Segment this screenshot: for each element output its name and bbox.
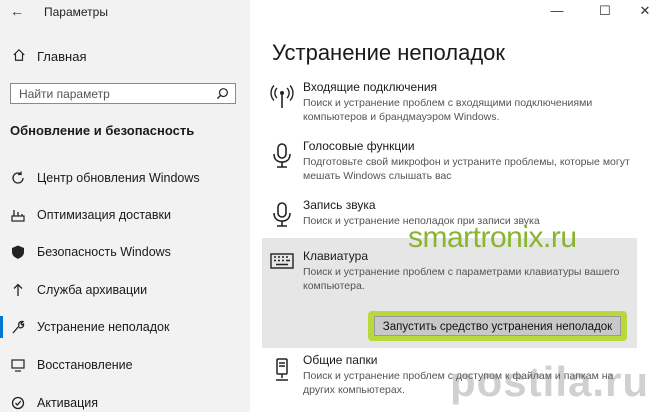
home-label: Главная [37, 49, 87, 64]
watermark-postila: postila.ru [450, 358, 650, 405]
item-title: Голосовые функции [303, 139, 415, 153]
shield-icon [12, 245, 24, 259]
microphone-icon [273, 202, 291, 227]
app-title: Параметры [44, 5, 108, 19]
item-description: Поиск и устранение проблем с параметрами… [303, 266, 620, 292]
home-link[interactable]: Главная [10, 47, 240, 67]
sidebar-item-recovery[interactable]: Восстановление [0, 348, 250, 382]
troubleshooter-speech[interactable]: Голосовые функции Подготовьте свой микро… [262, 139, 637, 185]
sidebar-item-windows-security[interactable]: Безопасность Windows [0, 235, 250, 269]
recovery-icon [11, 359, 25, 372]
troubleshooter-incoming-connections[interactable]: Входящие подключения Поиск и устранение … [262, 80, 637, 126]
sidebar-item-label: Служба архивации [37, 283, 148, 297]
keyboard-icon [270, 253, 294, 269]
search-icon[interactable] [216, 87, 229, 100]
backup-icon [13, 283, 23, 296]
item-title: Входящие подключения [303, 80, 438, 94]
sidebar-item-label: Безопасность Windows [37, 245, 171, 259]
item-description: Подготовьте свой микрофон и устраните пр… [303, 156, 630, 182]
shared-folder-icon [276, 358, 288, 381]
refresh-icon [12, 171, 24, 184]
home-icon [13, 48, 25, 61]
minimize-button[interactable]: — [542, 3, 572, 19]
sidebar-item-delivery-optimization[interactable]: Оптимизация доставки [0, 198, 250, 232]
sidebar: ← Параметры Главная Обновление и безопас… [0, 0, 250, 412]
window-controls: — ☐ ✕ [250, 0, 660, 24]
item-description: Поиск и устранение проблем с входящими п… [303, 97, 593, 123]
item-title: Запись звука [303, 198, 376, 212]
active-indicator [0, 316, 3, 338]
sidebar-item-backup[interactable]: Служба архивации [0, 273, 250, 307]
watermark-smartronix: smartronix.ru [408, 221, 577, 254]
sidebar-item-label: Восстановление [37, 358, 133, 372]
run-troubleshooter-button[interactable]: Запустить средство устранения неполадок [368, 311, 627, 341]
back-arrow-icon[interactable]: ← [10, 3, 24, 19]
sidebar-item-windows-update[interactable]: Центр обновления Windows [0, 161, 250, 195]
sidebar-item-activation[interactable]: Активация [0, 386, 250, 420]
page-title: Устранение неполадок [272, 40, 506, 65]
activation-icon [11, 396, 25, 410]
sidebar-item-label: Активация [37, 396, 99, 410]
run-troubleshooter-label: Запустить средство устранения неполадок [374, 316, 621, 336]
close-button[interactable]: ✕ [630, 3, 660, 19]
search-box[interactable] [10, 83, 236, 104]
sidebar-item-label: Оптимизация доставки [37, 208, 171, 222]
titlebar: ← Параметры [0, 0, 250, 24]
sidebar-item-troubleshoot[interactable]: Устранение неполадок [0, 310, 250, 344]
search-input[interactable] [17, 86, 211, 102]
sidebar-item-label: Устранение неполадок [37, 320, 170, 334]
sidebar-item-label: Центр обновления Windows [37, 171, 200, 185]
wrench-icon [12, 320, 25, 334]
microphone-icon [273, 143, 291, 168]
maximize-button[interactable]: ☐ [590, 3, 620, 19]
delivery-icon [11, 210, 25, 222]
antenna-icon [270, 85, 294, 108]
section-title: Обновление и безопасность [10, 123, 195, 138]
item-title: Общие папки [303, 353, 378, 367]
item-title: Клавиатура [303, 249, 368, 263]
